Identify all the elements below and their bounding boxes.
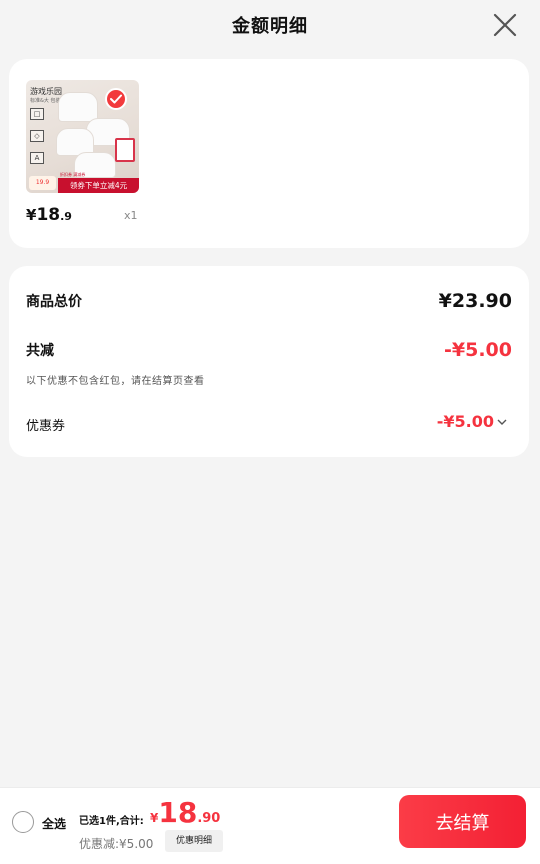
image-promo-banner: 领券下单立减4元 — [58, 178, 139, 193]
image-package — [115, 138, 135, 162]
image-feature-icon: A — [30, 152, 44, 164]
price-decimal: .9 — [60, 210, 72, 223]
total-price: ¥18.90 — [150, 796, 220, 829]
image-title: 游戏乐园 — [30, 87, 62, 96]
select-all-radio[interactable] — [12, 811, 34, 833]
item-quantity: x1 — [124, 209, 138, 222]
image-feature-icon: □ — [30, 108, 44, 120]
discount-value: -¥5.00 — [444, 339, 512, 361]
discount-summary: 优惠减:¥5.00 — [79, 837, 154, 851]
chevron-down-icon — [497, 415, 507, 429]
price-symbol: ¥ — [26, 206, 37, 224]
coupon-label: 优惠券 — [26, 419, 66, 434]
image-cover — [58, 92, 98, 122]
coupon-value: -¥5.00 — [436, 412, 494, 431]
price-decimal: .90 — [197, 811, 221, 826]
selected-summary: 已选1件,合计: — [79, 816, 144, 827]
item-price: ¥18.9 — [26, 205, 72, 225]
image-subtitle: 标准&大 包装 — [30, 98, 61, 104]
total-label: 商品总价 — [26, 294, 82, 310]
price-integer: 18 — [36, 205, 61, 225]
price-symbol: ¥ — [150, 811, 159, 825]
product-card: 游戏乐园 标准&大 包装 □ ◇ A 19.9 折扣券 满减券 领券下单立减4元… — [9, 59, 529, 248]
header: 金额明细 — [0, 0, 540, 50]
image-feature-icon: ◇ — [30, 130, 44, 142]
discount-label: 共减 — [26, 343, 54, 359]
checkout-button[interactable]: 去结算 — [399, 795, 526, 848]
select-all-label[interactable]: 全选 — [42, 815, 66, 832]
discount-detail-button[interactable]: 优惠明细 — [165, 830, 223, 852]
discount-note: 以下优惠不包含红包，请在结算页查看 — [26, 376, 205, 387]
coupon-dropdown[interactable]: -¥5.00 — [437, 412, 507, 431]
total-value: ¥23.90 — [438, 290, 512, 312]
page-title: 金额明细 — [232, 16, 308, 37]
product-image[interactable]: 游戏乐园 标准&大 包装 □ ◇ A 19.9 折扣券 满减券 领券下单立减4元 — [26, 80, 139, 193]
image-price-tag: 19.9 — [29, 176, 56, 190]
bottom-bar: 全选 已选1件,合计: ¥18.90 优惠减:¥5.00 优惠明细 去结算 — [0, 787, 540, 864]
summary-card: 商品总价 ¥23.90 共减 -¥5.00 以下优惠不包含红包，请在结算页查看 … — [9, 266, 529, 457]
close-icon[interactable] — [492, 12, 518, 38]
price-integer: 18 — [158, 796, 198, 829]
check-icon[interactable] — [105, 88, 127, 110]
